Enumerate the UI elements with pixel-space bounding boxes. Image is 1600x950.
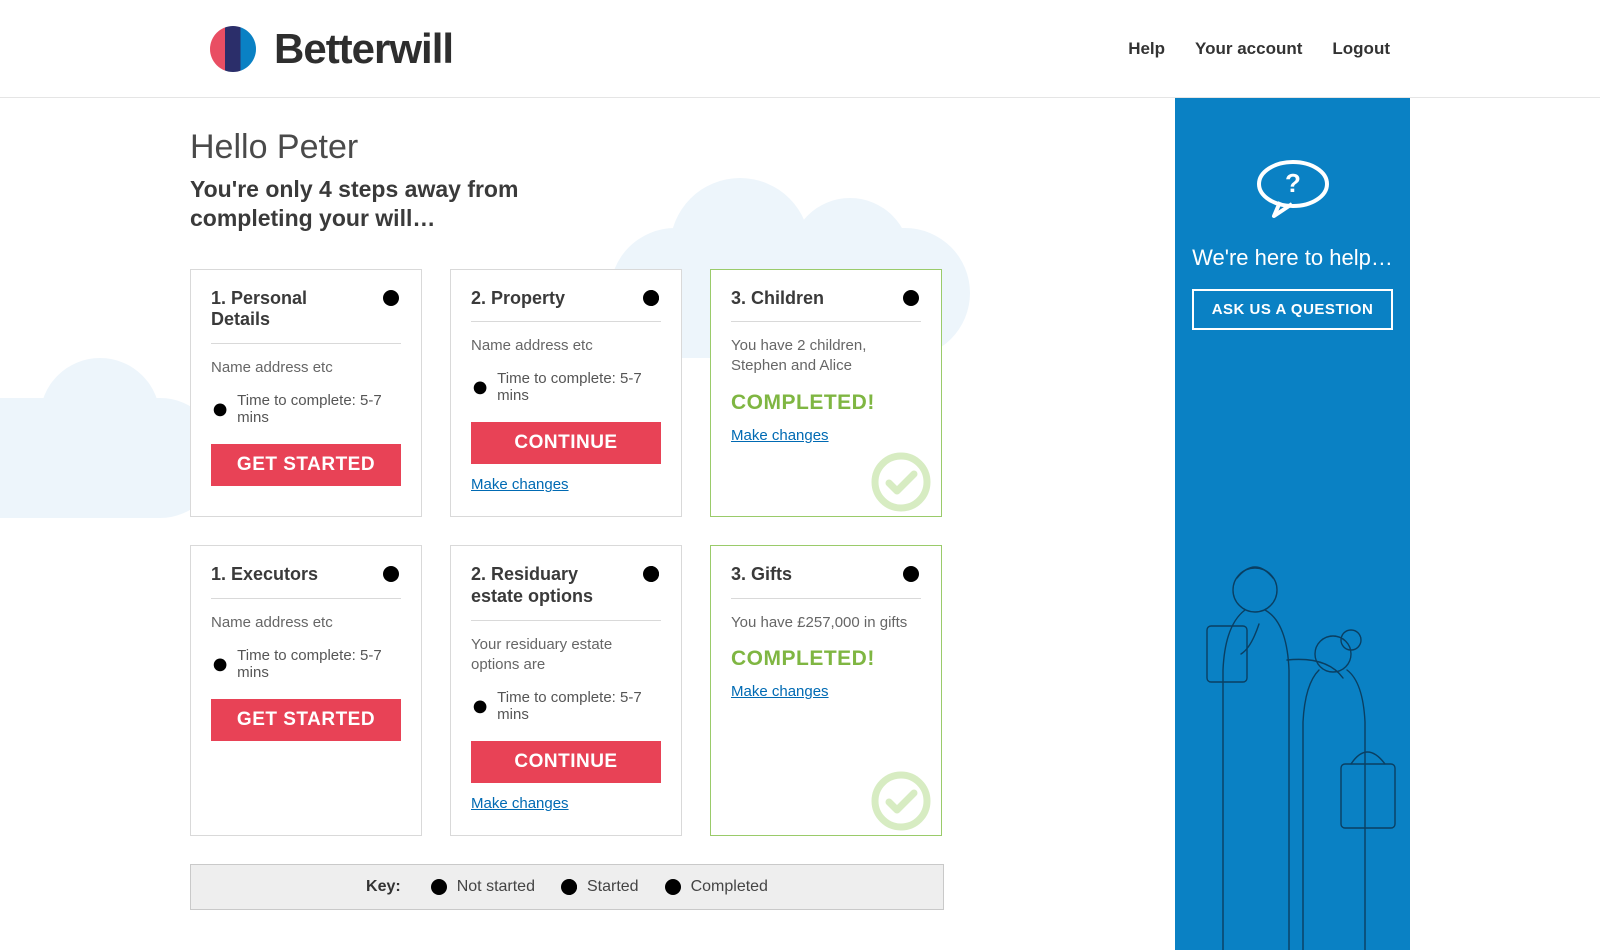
card-title: 2. Residuary estate options <box>471 564 631 607</box>
status-started-icon <box>559 877 579 897</box>
card-desc: Name address etc <box>211 358 401 378</box>
help-sidebar: ? We're here to help… ASK US A QUESTION <box>1175 98 1410 950</box>
card-personal-details: 1. Personal Details Name address etc Tim… <box>190 269 422 518</box>
card-time: Time to complete: 5-7 mins <box>471 370 661 404</box>
continue-button[interactable]: CONTINUE <box>471 422 661 464</box>
stopwatch-icon <box>211 654 229 674</box>
card-time: Time to complete: 5-7 mins <box>211 392 401 426</box>
card-desc: You have £257,000 in gifts <box>731 613 921 633</box>
card-desc: Name address etc <box>471 336 661 356</box>
help-tagline: We're here to help… <box>1191 245 1394 271</box>
continue-button[interactable]: CONTINUE <box>471 741 661 783</box>
ask-question-button[interactable]: ASK US A QUESTION <box>1192 289 1394 330</box>
primary-nav: Help Your account Logout <box>1128 39 1390 59</box>
get-started-button[interactable]: GET STARTED <box>211 699 401 741</box>
card-title: 3. Gifts <box>731 564 792 586</box>
legend-completed: Completed <box>663 877 768 897</box>
page-greeting: Hello Peter <box>190 128 1145 167</box>
card-children: 3. Children You have 2 children, Stephen… <box>710 269 942 518</box>
people-illustration <box>1175 550 1410 950</box>
stopwatch-icon <box>471 377 489 397</box>
status-completed-icon <box>901 288 921 308</box>
nav-help[interactable]: Help <box>1128 39 1165 59</box>
status-completed-icon <box>663 877 683 897</box>
page-subhead: You're only 4 steps away from completing… <box>190 175 550 233</box>
stopwatch-icon <box>471 696 489 716</box>
status-started-icon <box>641 564 661 584</box>
card-desc: You have 2 children, Stephen and Alice <box>731 336 921 377</box>
card-title: 1. Executors <box>211 564 318 586</box>
step-cards-grid: 1. Personal Details Name address etc Tim… <box>190 269 1145 837</box>
make-changes-link[interactable]: Make changes <box>731 427 829 444</box>
card-title: 3. Children <box>731 288 824 310</box>
brand-logo[interactable]: Betterwill <box>210 25 453 73</box>
card-title: 2. Property <box>471 288 565 310</box>
completed-label: COMPLETED! <box>731 391 921 415</box>
checkmark-bg-icon <box>869 450 933 514</box>
make-changes-link[interactable]: Make changes <box>471 795 569 812</box>
legend-not-started: Not started <box>429 877 535 897</box>
app-header: Betterwill Help Your account Logout <box>0 0 1600 98</box>
card-desc: Name address etc <box>211 613 401 633</box>
get-started-button[interactable]: GET STARTED <box>211 444 401 486</box>
brand-mark-icon <box>210 26 256 72</box>
make-changes-link[interactable]: Make changes <box>731 683 829 700</box>
brand-wordmark: Betterwill <box>274 25 453 73</box>
stopwatch-icon <box>211 399 229 419</box>
svg-text:?: ? <box>1285 168 1301 198</box>
speech-bubble-question-icon: ? <box>1254 158 1332 222</box>
legend-bar: Key: Not started Started Completed <box>190 864 944 910</box>
nav-account[interactable]: Your account <box>1195 39 1302 59</box>
completed-label: COMPLETED! <box>731 647 921 671</box>
card-desc: Your residuary estate options are <box>471 635 661 676</box>
card-time: Time to complete: 5-7 mins <box>211 647 401 681</box>
make-changes-link[interactable]: Make changes <box>471 476 569 493</box>
checkmark-bg-icon <box>869 769 933 833</box>
status-started-icon <box>641 288 661 308</box>
legend-started: Started <box>559 877 639 897</box>
card-executors: 1. Executors Name address etc Time to co… <box>190 545 422 836</box>
card-property: 2. Property Name address etc Time to com… <box>450 269 682 518</box>
dashboard-main: Hello Peter You're only 4 steps away fro… <box>190 98 1175 950</box>
card-residuary-estate: 2. Residuary estate options Your residua… <box>450 545 682 836</box>
status-not-started-icon <box>429 877 449 897</box>
card-time: Time to complete: 5-7 mins <box>471 689 661 723</box>
nav-logout[interactable]: Logout <box>1332 39 1390 59</box>
status-completed-icon <box>901 564 921 584</box>
card-gifts: 3. Gifts You have £257,000 in gifts COMP… <box>710 545 942 836</box>
status-not-started-icon <box>381 564 401 584</box>
card-title: 1. Personal Details <box>211 288 371 331</box>
legend-label: Key: <box>366 878 401 896</box>
status-not-started-icon <box>381 288 401 308</box>
